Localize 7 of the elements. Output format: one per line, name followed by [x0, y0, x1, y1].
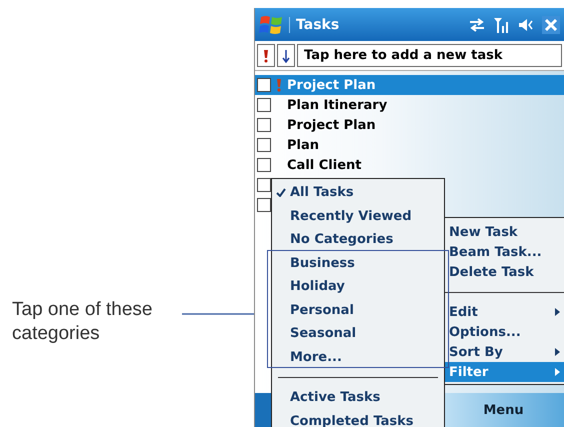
task-name: Plan Itinerary: [287, 98, 388, 112]
task-name: Call Client: [287, 158, 362, 172]
task-name: Plan: [287, 138, 320, 152]
task-name: Project Plan: [287, 78, 376, 92]
window-title: Tasks: [289, 16, 462, 32]
callout-text: Tap one of these categories: [12, 298, 154, 346]
task-name: Project Plan: [287, 118, 376, 132]
